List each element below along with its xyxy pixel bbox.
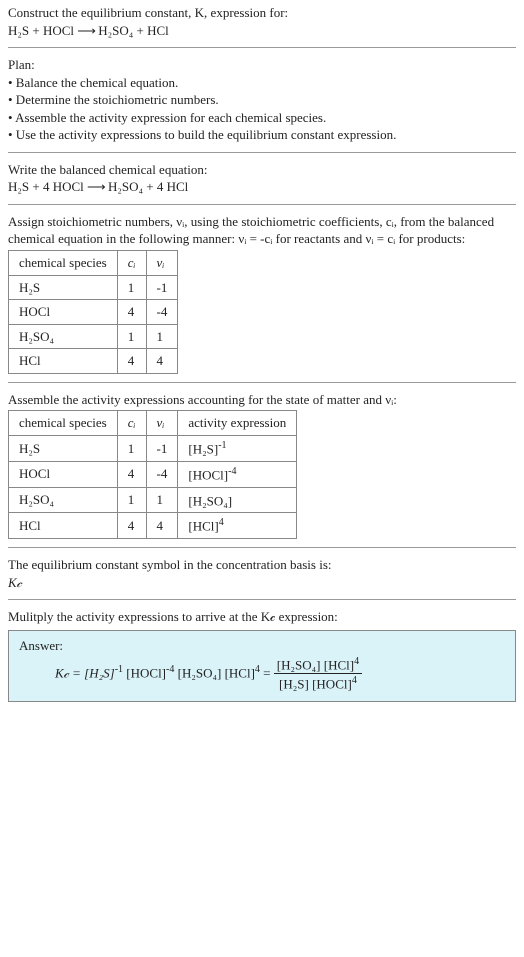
cell-ci: 4 [117,461,146,487]
cell-vi: -1 [146,435,178,461]
table-row: H₂SO₄ 1 1 [H₂SO₄] [9,487,297,513]
plan-item-1: • Balance the chemical equation. [8,74,516,92]
answer-box: Answer: K𝒸 = [H₂S]-1 [HOCl]-4 [H₂SO₄] [H… [8,630,516,702]
multiply-text: Mulitply the activity expressions to arr… [8,608,516,626]
col-species: chemical species [9,411,118,436]
cell-vi: 1 [146,324,178,349]
answer-sup1: -1 [115,664,123,675]
num-text: [H₂SO₄] [HCl] [277,657,354,672]
col-ci: cᵢ [117,411,146,436]
cell-species: H₂SO₄ [9,324,118,349]
cell-species: H₂S [9,435,118,461]
cell-expr: [H₂S]-1 [178,435,297,461]
cell-species: H₂SO₄ [9,487,118,513]
intro-line1: Construct the equilibrium constant, K, e… [8,4,516,22]
divider [8,547,516,548]
divider [8,47,516,48]
expr-base: [HOCl] [188,467,228,482]
divider [8,599,516,600]
expr-base: [H₂S] [188,441,218,456]
cell-species: HOCl [9,461,118,487]
col-ci: cᵢ [117,251,146,276]
balanced-lhs: H₂S + 4 HOCl [8,179,84,194]
col-species: chemical species [9,251,118,276]
answer-eq: = [260,665,274,680]
plan-item-2: • Determine the stoichiometric numbers. [8,91,516,109]
answer-t3: [H₂SO₄] [HCl] [174,665,255,680]
cell-expr: [HOCl]-4 [178,461,297,487]
answer-t2: [HOCl] [123,665,166,680]
cell-expr: [H₂SO₄] [178,487,297,513]
cell-species: HCl [9,349,118,374]
frac-den: [H₂S] [HOCl]4 [274,674,362,693]
cell-ci: 1 [117,435,146,461]
table-row: HCl 4 4 [9,349,178,374]
col-vi: νᵢ [146,411,178,436]
cell-ci: 1 [117,275,146,300]
cell-species: HCl [9,513,118,539]
table-header-row: chemical species cᵢ νᵢ [9,251,178,276]
cell-vi: -1 [146,275,178,300]
cell-ci: 4 [117,513,146,539]
cell-vi: 4 [146,513,178,539]
cell-species: HOCl [9,300,118,325]
cell-vi: -4 [146,300,178,325]
stoich-text: Assign stoichiometric numbers, νᵢ, using… [8,213,516,248]
stoich-table: chemical species cᵢ νᵢ H₂S 1 -1 HOCl 4 -… [8,250,178,374]
answer-expression: K𝒸 = [H₂S]-1 [HOCl]-4 [H₂SO₄] [HCl]4 = [… [19,655,505,694]
expr-base: [HCl] [188,519,218,534]
plan-title: Plan: [8,56,516,74]
answer-label: Answer: [19,637,505,655]
col-vi: νᵢ [146,251,178,276]
answer-lhs: K𝒸 = [H₂S] [55,665,115,680]
col-expr: activity expression [178,411,297,436]
frac-num: [H₂SO₄] [HCl]4 [274,655,362,675]
cell-vi: 1 [146,487,178,513]
plan-item-4: • Use the activity expressions to build … [8,126,516,144]
table-row: H₂S 1 -1 [H₂S]-1 [9,435,297,461]
basis-text: The equilibrium constant symbol in the c… [8,556,516,574]
activity-text: Assemble the activity expressions accoun… [8,391,516,409]
cell-vi: 4 [146,349,178,374]
cell-ci: 4 [117,349,146,374]
cell-vi: -4 [146,461,178,487]
table-row: HCl 4 4 [HCl]4 [9,513,297,539]
table-row: H₂SO₄ 1 1 [9,324,178,349]
divider [8,382,516,383]
arrow-icon: ⟶ [87,179,105,194]
expr-sup: 4 [219,517,224,528]
balanced-equation: H₂S + 4 HOCl ⟶ H₂SO₄ + 4 HCl [8,178,516,196]
cell-ci: 1 [117,324,146,349]
cell-expr: [HCl]4 [178,513,297,539]
den-sup: 4 [352,675,357,686]
cell-species: H₂S [9,275,118,300]
table-header-row: chemical species cᵢ νᵢ activity expressi… [9,411,297,436]
expr-sup: -1 [218,440,226,451]
divider [8,152,516,153]
divider [8,204,516,205]
basis-symbol: K𝒸 [8,574,516,592]
cell-ci: 1 [117,487,146,513]
expr-base: [H₂SO₄] [188,493,232,508]
table-row: HOCl 4 -4 [9,300,178,325]
table-row: H₂S 1 -1 [9,275,178,300]
num-sup: 4 [354,656,359,667]
eq-lhs: H₂S + HOCl [8,23,74,38]
eq-rhs: H₂SO₄ + HCl [98,23,169,38]
arrow-icon: ⟶ [77,23,95,38]
table-row: HOCl 4 -4 [HOCl]-4 [9,461,297,487]
expr-sup: -4 [228,466,236,477]
balanced-label: Write the balanced chemical equation: [8,161,516,179]
answer-fraction: [H₂SO₄] [HCl]4[H₂S] [HOCl]4 [274,655,362,694]
plan-item-3: • Assemble the activity expression for e… [8,109,516,127]
activity-table: chemical species cᵢ νᵢ activity expressi… [8,410,297,539]
intro-equation: H₂S + HOCl ⟶ H₂SO₄ + HCl [8,22,516,40]
cell-ci: 4 [117,300,146,325]
balanced-rhs: H₂SO₄ + 4 HCl [108,179,188,194]
den-text: [H₂S] [HOCl] [279,677,352,692]
intro-text: Construct the equilibrium constant, K, e… [8,5,288,20]
